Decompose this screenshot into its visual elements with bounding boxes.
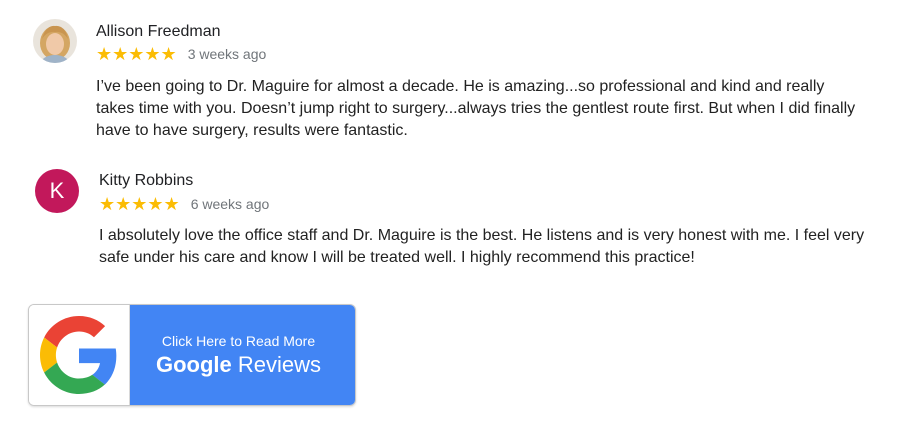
google-logo <box>29 305 130 405</box>
review-time: 6 weeks ago <box>190 196 270 212</box>
google-g-icon <box>40 316 117 394</box>
google-reviews-title: Google Reviews <box>156 352 321 378</box>
reviewer-name[interactable]: Kitty Robbins <box>99 172 193 190</box>
review-time: 3 weeks ago <box>187 46 267 62</box>
review-meta: ★★★★★ 6 weeks ago <box>99 195 269 213</box>
star-rating: ★★★★★ <box>96 44 177 64</box>
review-text: I’ve been going to Dr. Maguire for almos… <box>96 78 856 139</box>
star-rating: ★★★★★ <box>99 194 180 214</box>
read-more-label: Click Here to Read More <box>161 332 316 349</box>
reviewer-name[interactable]: Allison Freedman <box>96 23 221 41</box>
reviews-text: Reviews <box>237 351 322 377</box>
avatar-allison[interactable] <box>33 19 77 63</box>
google-brand-text: Google <box>155 351 232 377</box>
avatar-kitty[interactable]: K <box>35 169 79 213</box>
google-reviews-label: Click Here to Read More Google Reviews <box>130 305 355 405</box>
review-meta: ★★★★★ 3 weeks ago <box>96 45 266 63</box>
review-text: I absolutely love the office staff and D… <box>99 227 865 266</box>
reviewer-photo-icon <box>33 19 77 63</box>
read-more-google-reviews-button[interactable]: Click Here to Read More Google Reviews <box>28 304 356 406</box>
avatar-letter: K <box>49 178 65 203</box>
